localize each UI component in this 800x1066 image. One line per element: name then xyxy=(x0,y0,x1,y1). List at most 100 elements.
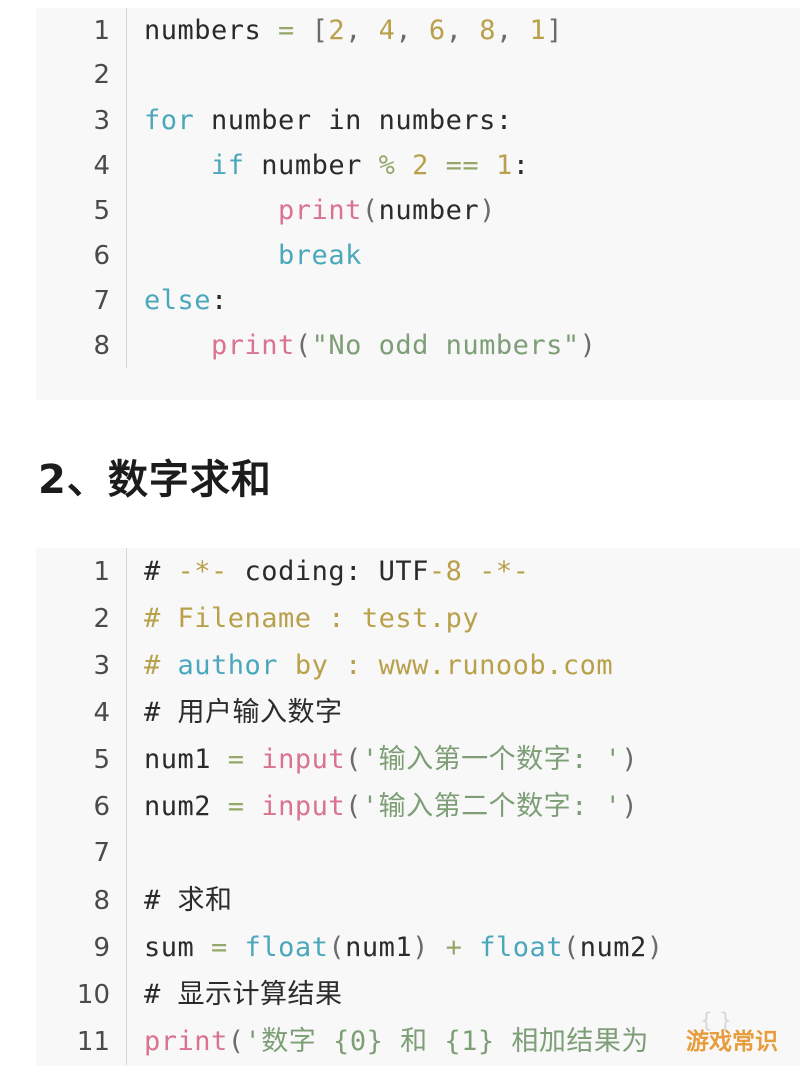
code-token: in xyxy=(328,105,362,136)
code-token: 2 xyxy=(328,15,346,46)
code-lines-1: 1 numbers = [2, 4, 6, 8, 1] 2 3 for number i… xyxy=(36,8,800,368)
code-token: ( xyxy=(328,932,346,963)
watermark-text: 游戏常识 xyxy=(686,1029,778,1055)
code-token: ) xyxy=(621,744,639,775)
code-line-text: for number in numbers: xyxy=(127,98,800,143)
code-token: [ xyxy=(311,15,329,46)
line-number: 8 xyxy=(93,886,110,916)
code-line-text: else: xyxy=(127,278,800,323)
code-line-text: num2 = input('输入第二个数字: ') xyxy=(127,783,800,830)
code-token: # xyxy=(144,650,178,681)
code-token: by : www.runoob.com xyxy=(278,650,614,681)
code-token: 4 xyxy=(378,15,396,46)
code-token: ( xyxy=(345,791,362,822)
code-line: 3 for number in numbers: xyxy=(36,98,800,143)
code-token: # xyxy=(144,556,178,587)
line-number: 7 xyxy=(93,838,110,868)
code-token: else xyxy=(144,285,212,316)
line-number: 10 xyxy=(76,980,110,1010)
code-line-text: print("No odd numbers") xyxy=(127,323,800,368)
code-token: # 显示计算结果 xyxy=(144,979,343,1010)
code-token: ) xyxy=(621,791,639,822)
code-token: input xyxy=(261,791,346,822)
code-line: 1 numbers = [2, 4, 6, 8, 1] xyxy=(36,8,800,53)
code-line: 8 # 求和 xyxy=(36,877,800,924)
line-number: 3 xyxy=(93,651,110,681)
line-number: 5 xyxy=(93,196,110,226)
line-number: 4 xyxy=(93,698,110,728)
code-token: ( xyxy=(294,330,312,361)
code-token: ( xyxy=(562,932,580,963)
code-token: ) xyxy=(646,932,664,963)
code-token: # 用户输入数字 xyxy=(144,697,343,728)
code-line: 8 print("No odd numbers") xyxy=(36,323,800,368)
code-line-text: # author by : www.runoob.com xyxy=(127,642,800,689)
code-token: == xyxy=(445,150,480,181)
code-line-text: print(number) xyxy=(127,188,800,233)
code-line: 7 else: xyxy=(36,278,800,323)
code-token: print xyxy=(211,330,295,361)
code-token: = xyxy=(227,791,245,822)
code-line: 2 xyxy=(36,53,800,98)
line-number: 1 xyxy=(93,557,110,587)
code-token: coding xyxy=(227,556,346,587)
code-token: numbers: xyxy=(361,105,513,136)
code-token: 1 xyxy=(529,15,547,46)
line-number: 3 xyxy=(93,106,110,136)
code-line: 10 # 显示计算结果 xyxy=(36,971,800,1018)
line-number: 8 xyxy=(93,331,110,361)
code-line-text: # 用户输入数字 xyxy=(127,689,800,736)
code-token: ( xyxy=(227,1026,245,1057)
code-token: '输入第二个数字: ' xyxy=(361,791,622,822)
code-token: author xyxy=(177,650,279,681)
line-number: 5 xyxy=(93,745,110,775)
gutter-divider xyxy=(126,830,127,877)
code-token: sum xyxy=(144,932,212,963)
code-token: , xyxy=(395,15,429,46)
code-token: if xyxy=(211,150,245,181)
code-line: 5 num1 = input('输入第一个数字: ') xyxy=(36,736,800,783)
code-token: : xyxy=(211,285,228,316)
code-line-text: numbers = [2, 4, 6, 8, 1] xyxy=(127,8,800,53)
code-line: 3 # author by : www.runoob.com xyxy=(36,642,800,689)
line-number: 11 xyxy=(76,1027,110,1057)
line-number: 1 xyxy=(93,16,110,46)
code-token: print xyxy=(278,195,362,226)
code-line-text: num1 = input('输入第一个数字: ') xyxy=(127,736,800,783)
code-token: ) xyxy=(479,195,496,226)
code-token: -8 xyxy=(428,556,463,587)
code-token: "No odd numbers" xyxy=(311,330,580,361)
code-token: = xyxy=(211,932,228,963)
line-number: 6 xyxy=(93,241,110,271)
code-token: num2 xyxy=(144,791,228,822)
code-token: 2 xyxy=(412,150,429,181)
code-line-text: # -*- coding: UTF-8 -*- xyxy=(127,548,800,595)
code-token: , xyxy=(445,15,480,46)
code-token: number xyxy=(244,150,379,181)
code-token: '输入第一个数字: ' xyxy=(361,744,622,775)
code-token: + xyxy=(445,932,463,963)
code-token: num1 xyxy=(144,744,228,775)
code-token: ) xyxy=(579,330,597,361)
code-token: float xyxy=(244,932,329,963)
line-number: 2 xyxy=(93,604,110,634)
code-token: ) xyxy=(412,932,429,963)
code-line: 5 print(number) xyxy=(36,188,800,233)
code-token: '数字 {0} 和 {1} 相加结果为 xyxy=(244,1026,649,1057)
code-token: input xyxy=(261,744,346,775)
code-token: # Filename : test.py xyxy=(144,603,480,634)
code-token: 6 xyxy=(428,15,446,46)
line-number: 7 xyxy=(93,286,110,316)
code-lines-2: 1 # -*- coding: UTF-8 -*- 2 # Filename : te… xyxy=(36,548,800,1065)
code-block-python-1: 1 numbers = [2, 4, 6, 8, 1] 2 3 for number i… xyxy=(36,8,800,400)
code-token: ] xyxy=(546,15,563,46)
